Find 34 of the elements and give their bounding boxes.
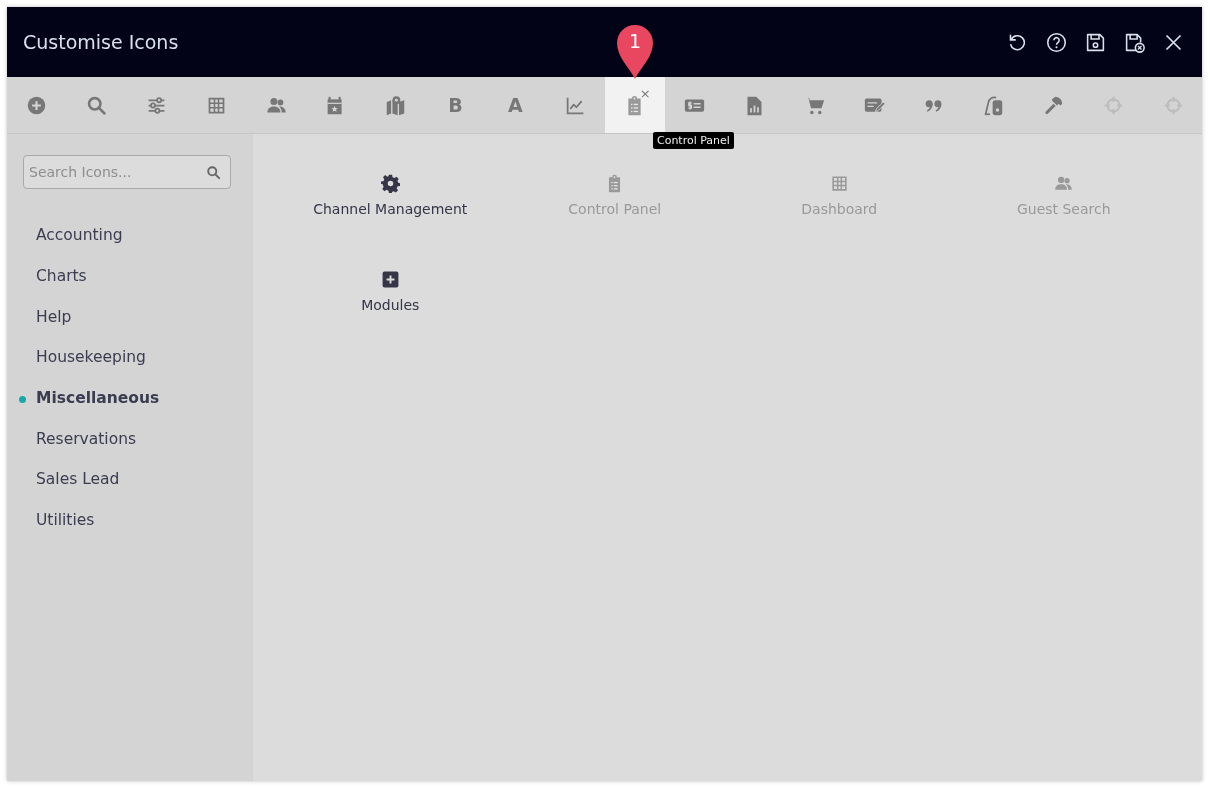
save-icon <box>1084 31 1106 53</box>
save-close-icon <box>1123 31 1145 53</box>
icon-label[interactable]: Channel Management <box>313 201 468 217</box>
category-item[interactable]: Sales Lead <box>23 459 126 500</box>
vacuum-icon <box>983 94 1005 116</box>
tooltip: Control Panel <box>652 132 734 149</box>
category-item[interactable]: Charts <box>23 255 93 297</box>
category-item[interactable]: Utilities <box>23 499 101 541</box>
icon-label[interactable]: Modules <box>361 297 420 313</box>
plus-square-icon <box>380 270 400 289</box>
crosshair-icon <box>1102 94 1124 116</box>
users-icon <box>1054 174 1074 193</box>
map-icon <box>385 94 407 116</box>
sliders-icon <box>146 94 167 116</box>
callout-pin <box>614 23 655 81</box>
help-icon <box>1045 31 1067 53</box>
search-icon <box>206 165 221 180</box>
category-item[interactable]: Help <box>23 296 78 338</box>
hammer-icon <box>1042 94 1064 116</box>
text-style-icon: A <box>507 94 523 116</box>
remove-icon[interactable]: × <box>639 87 651 100</box>
plus-circle-icon <box>26 94 48 116</box>
grid-icon <box>829 174 849 193</box>
gear-icon <box>380 174 400 193</box>
crosshair-icon <box>1162 94 1184 116</box>
search-field[interactable]: Search Icons... <box>23 155 231 189</box>
callout-number: 1 <box>627 29 642 53</box>
category-item[interactable]: Reservations <box>23 418 143 460</box>
toolbar-icon-slot[interactable]: × <box>604 77 665 133</box>
search-icon <box>86 94 108 116</box>
category-item[interactable]: Housekeeping <box>23 337 152 378</box>
text-style-icon: B <box>448 94 463 116</box>
category-item[interactable]: Accounting <box>23 215 129 256</box>
window-title: Customise Icons <box>23 31 179 53</box>
